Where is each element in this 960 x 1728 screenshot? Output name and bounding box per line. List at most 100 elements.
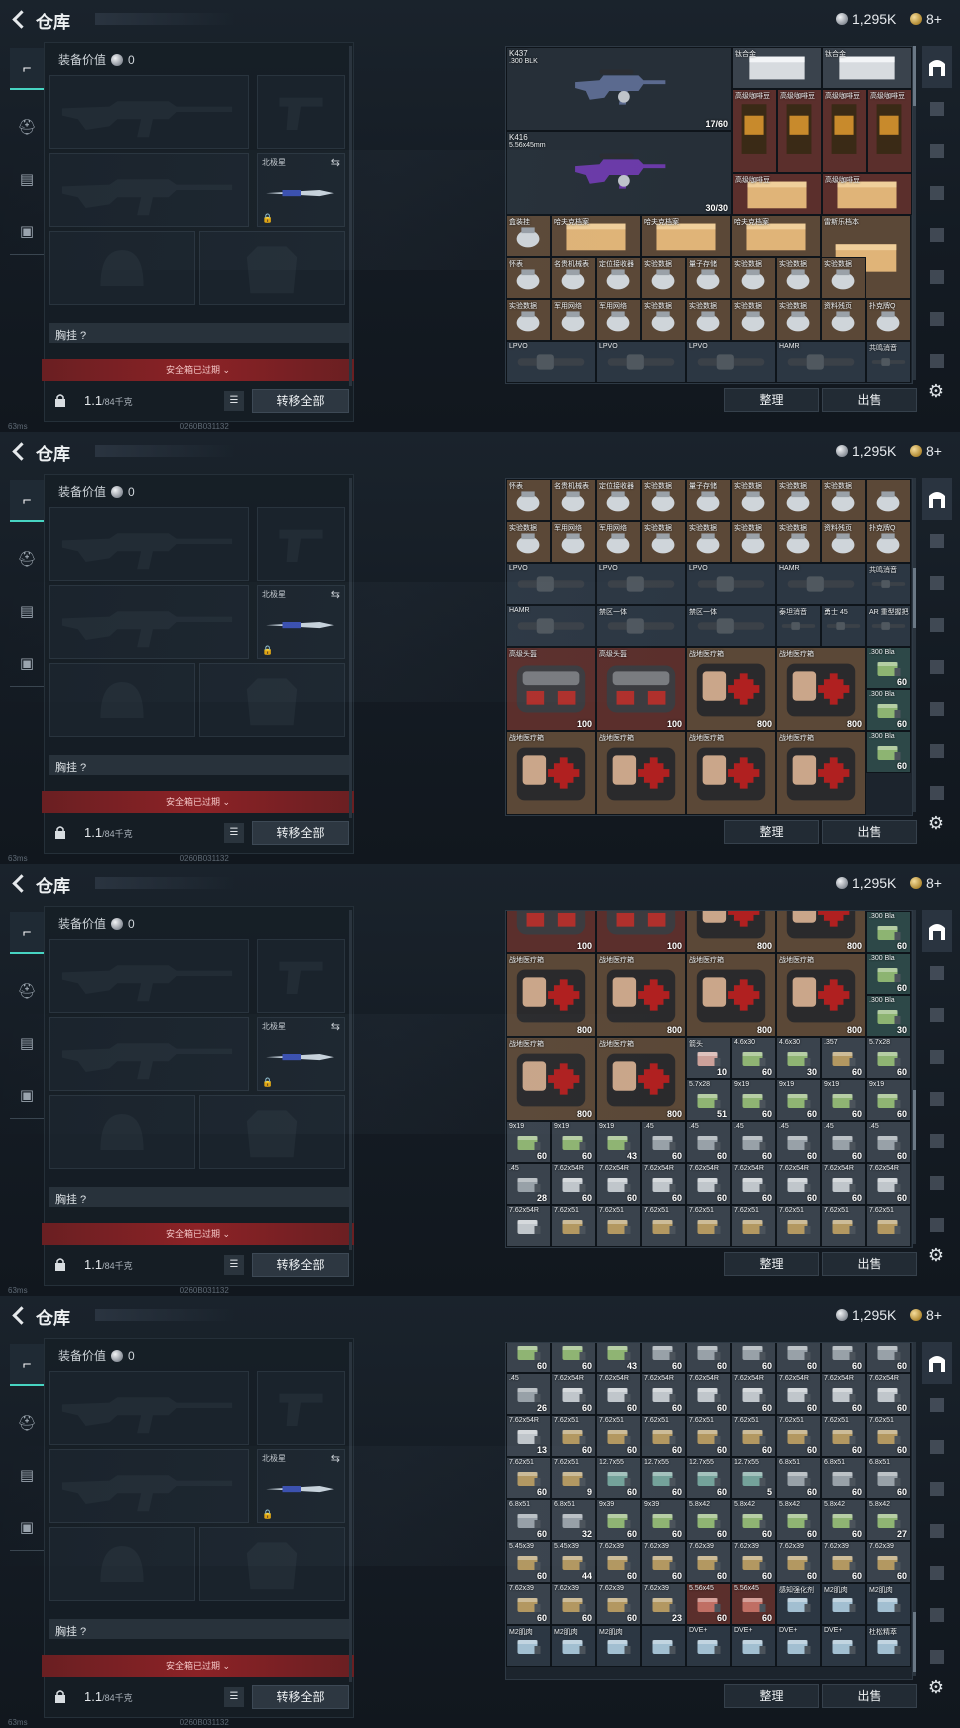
tab-storage-page[interactable] [922,646,952,688]
transfer-all-button[interactable]: 转移全部 [252,821,349,845]
scroll-thumb[interactable] [913,568,916,628]
item-ammo-box[interactable]: 5.56x45 60 [731,1583,776,1625]
item-ammo-box[interactable]: 9x19 60 [776,1079,821,1121]
tab-storage-page[interactable] [922,1594,952,1636]
transfer-all-button[interactable]: 转移全部 [252,1685,349,1709]
item-med-kit[interactable]: 战地医疗箱 800 [776,647,866,731]
item-med-kit[interactable]: 战地医疗箱 800 [596,953,686,1037]
tab-all-storage[interactable] [922,478,952,520]
item-med-kit[interactable]: 战地医疗箱 [686,731,776,815]
tab-storage-page[interactable] [922,952,952,994]
item-attachment[interactable]: 勇士 45 [821,605,866,647]
item-ammo-box[interactable]: 7.62x51 [641,1205,686,1247]
item-attachment[interactable]: 泰坦消音 [776,605,821,647]
chest-rig-slot[interactable]: 胸挂 ? [49,755,349,775]
tab-storage-page[interactable] [922,1510,952,1552]
item-valuable[interactable]: 实验数据 [506,521,551,563]
item-ammo-box[interactable]: 9x19 43 [596,1121,641,1163]
item-ammo-box[interactable]: .357 60 [821,1037,866,1079]
item-ammo-box[interactable]: .4560 [731,1343,776,1373]
item-helmet[interactable]: 100 [596,911,686,953]
item-ammo-box[interactable]: 7.62x39 60 [506,1583,551,1625]
item-med-kit[interactable]: 战地医疗箱 800 [686,953,776,1037]
item-valuable[interactable]: 资料残页 [821,521,866,563]
weapons-tab[interactable]: ⌐ [10,912,44,954]
item-valuable[interactable]: 军用网络 [551,521,596,563]
transfer-all-button[interactable]: 转移全部 [252,389,349,413]
item-valuable[interactable]: 实验数据 [821,257,866,299]
item-ammo-box[interactable]: 7.62x51 [776,1205,821,1247]
item-coffee-beans[interactable]: 高级咖啡豆 [732,173,822,215]
item-attachment[interactable]: 共鸣消音 [866,563,911,605]
tab-storage-page[interactable] [922,214,952,256]
weapons-tab[interactable]: ⌐ [10,480,44,522]
tab-all-storage[interactable] [922,1342,952,1384]
item-med-kit[interactable]: 战地医疗箱 [506,731,596,815]
pistol-slot[interactable] [257,75,345,149]
tab-storage-page[interactable] [922,1204,952,1246]
item-ammo-box[interactable]: .4560 [731,1121,776,1163]
item-med-kit[interactable]: 战地医疗箱 800 [596,1037,686,1121]
safe-box-expired-bar[interactable]: 安全箱已过期 ⌄ [42,359,354,381]
item-valuable[interactable]: 实验数据 [686,521,731,563]
melee-slot[interactable]: 北极星 ⇆ 🔒 [257,585,345,659]
gear-icon[interactable]: ⚙ [925,380,947,402]
sell-button[interactable]: 出售 [822,1684,917,1708]
item-consumable[interactable]: DVE+ [731,1625,776,1667]
armor-slot[interactable] [199,1527,345,1601]
item-attachment[interactable]: HAMR [506,605,596,647]
item-ammo-box[interactable]: 6.8x51 60 [506,1499,551,1541]
item-ammo-box[interactable]: 12.7x55 60 [641,1457,686,1499]
pistol-slot[interactable] [257,507,345,581]
item-helmet[interactable]: 100 [506,911,596,953]
sell-button[interactable]: 出售 [822,1252,917,1276]
item-helmet[interactable]: 高级头盔 100 [596,647,686,731]
melee-slot[interactable]: 北极星 ⇆ 🔒 [257,1449,345,1523]
back-button[interactable] [9,9,29,29]
item-ammo-box[interactable]: 7.62x54R 13 [506,1415,551,1457]
tab-storage-page[interactable] [922,520,952,562]
item-coffee-beans[interactable]: 高级咖啡豆 [867,89,912,173]
chest-rig-slot[interactable]: 胸挂 ? [49,323,349,343]
item-ammo-box[interactable]: .4560 [776,1343,821,1373]
item-attachment[interactable]: HAMR [776,563,866,605]
tab-storage-page[interactable] [922,1636,952,1678]
item-ammo-box[interactable]: 7.62x39 60 [551,1583,596,1625]
item-consumable[interactable]: M2肌肉 [596,1625,641,1667]
item-consumable[interactable]: M2肌肉 [506,1625,551,1667]
item-coffee-beans[interactable]: 高级咖啡豆 [822,89,867,173]
item-coffee-beans[interactable]: 高级咖啡豆 [777,89,822,173]
secondary-weapon-slot[interactable] [49,153,249,227]
item-med-kit[interactable]: 800 [776,911,866,953]
chest-rig-slot[interactable]: 胸挂 ? [49,1619,349,1639]
item-ammo-box[interactable]: .300 Bla 60 [866,911,911,953]
item-ammo-box[interactable]: .4560 [866,1343,911,1373]
armor-tab[interactable]: ⛑ [10,106,44,148]
item-ammo-box[interactable]: 7.62x54R 60 [821,1373,866,1415]
item-valuable[interactable]: 实验数据 [731,257,776,299]
item-ammo-box[interactable]: 7.62x54R 60 [776,1163,821,1205]
item-attachment[interactable]: AR 重型握把 [866,605,911,647]
item-valuable[interactable]: 实验数据 [776,299,821,341]
item-ammo-box[interactable]: 7.62x54R 60 [641,1373,686,1415]
safe-box-expired-bar[interactable]: 安全箱已过期 ⌄ [42,1655,354,1677]
item-ammo-box[interactable]: 12.7x55 60 [596,1457,641,1499]
case-tab[interactable]: ▣ [10,210,44,252]
item-ammo-box[interactable]: 6.8x51 60 [821,1457,866,1499]
tab-storage-page[interactable] [922,256,952,298]
item-ammo-box[interactable]: 7.62x51 60 [686,1415,731,1457]
case-tab[interactable]: ▣ [10,642,44,684]
scroll-thumb[interactable] [913,1090,916,1150]
item-valuable[interactable]: 名贵机械表 [551,479,596,521]
item-ammo-box[interactable]: 7.62x51 60 [641,1415,686,1457]
item-ammo-box[interactable]: .300 Bla 60 [866,731,911,773]
item-ammo-box[interactable]: 5.8x42 60 [776,1499,821,1541]
back-button[interactable] [9,1305,29,1325]
item-ammo-box[interactable]: .4560 [686,1121,731,1163]
item-ammo-box[interactable]: 7.62x51 60 [506,1457,551,1499]
item-valuable[interactable]: 定位接收器 [596,479,641,521]
item-ammo-box[interactable]: 7.62x51 [686,1205,731,1247]
item-attachment[interactable]: LPVO [506,563,596,605]
swap-icon[interactable]: ⇆ [331,1020,340,1033]
item-valuable[interactable]: 资料残页 [821,299,866,341]
